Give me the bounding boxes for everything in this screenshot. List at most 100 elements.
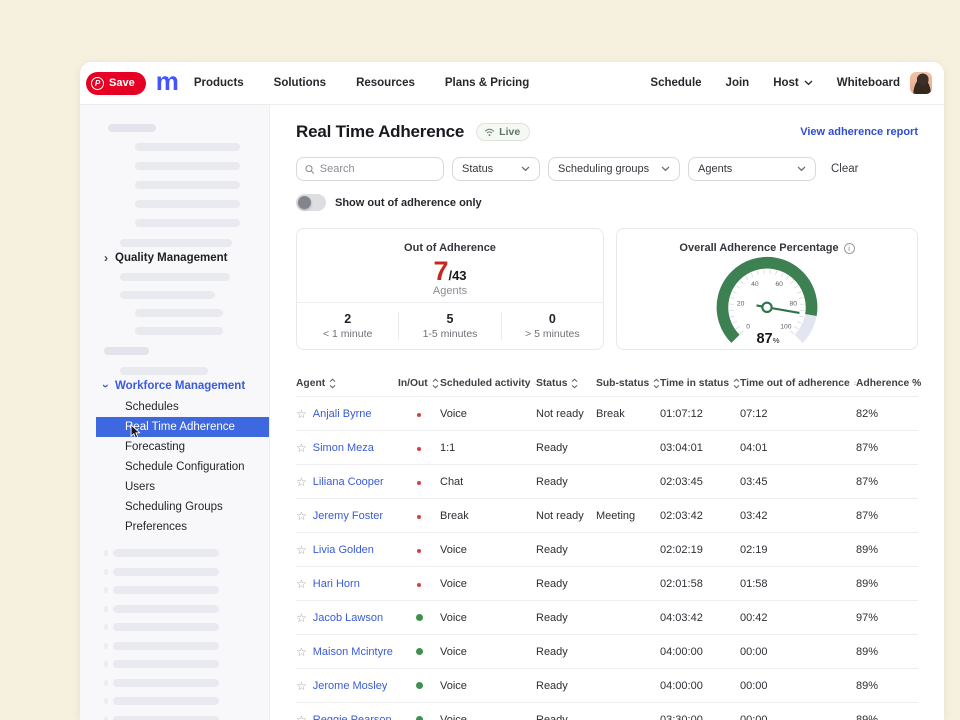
agent-name-link[interactable]: Maison Mcintyre xyxy=(313,646,393,658)
favorite-star-icon[interactable]: ☆ xyxy=(296,578,307,590)
sidebar-item-users[interactable]: Users xyxy=(96,477,269,497)
favorite-star-icon[interactable]: ☆ xyxy=(296,612,307,624)
sidebar-item-workforce-management[interactable]: › Workforce Management xyxy=(80,375,269,397)
favorite-star-icon[interactable]: ☆ xyxy=(296,442,307,454)
sidebar-item-forecasting[interactable]: Forecasting xyxy=(96,437,269,457)
favorite-star-icon[interactable]: ☆ xyxy=(296,544,307,556)
agent-cell: ☆ Hari Horn xyxy=(296,578,398,590)
column-header-scheduled-activity[interactable]: Scheduled activity xyxy=(440,378,536,389)
nav-left-links: Products Solutions Resources Plans & Pricin… xyxy=(194,77,529,89)
agent-name-link[interactable]: Livia Golden xyxy=(313,544,374,556)
scheduled-activity-cell: Break xyxy=(440,510,536,522)
view-adherence-report-link[interactable]: View adherence report xyxy=(800,126,918,138)
adherence-cell: 89% xyxy=(856,714,914,720)
nav-link-plans-pricing[interactable]: Plans & Pricing xyxy=(445,77,529,89)
nav-link-solutions[interactable]: Solutions xyxy=(274,77,326,89)
svg-text:100: 100 xyxy=(780,324,792,331)
user-avatar[interactable] xyxy=(910,72,932,94)
nav-link-host[interactable]: Host xyxy=(773,77,813,89)
column-header-sub-status[interactable]: Sub-status xyxy=(596,378,660,389)
agent-cell: ☆ Livia Golden xyxy=(296,544,398,556)
sidebar-item-real-time-adherence[interactable]: Real Time Adherence xyxy=(96,417,269,437)
favorite-star-icon[interactable]: ☆ xyxy=(296,510,307,522)
agent-name-link[interactable]: Reggie Pearson xyxy=(313,714,392,720)
sidebar-item-scheduling-groups[interactable]: Scheduling Groups xyxy=(96,497,269,517)
favorite-star-icon[interactable]: ☆ xyxy=(296,680,307,692)
sort-icon xyxy=(733,378,740,389)
favorite-star-icon[interactable]: ☆ xyxy=(296,476,307,488)
sort-icon xyxy=(329,378,336,389)
nav-link-whiteboard[interactable]: Whiteboard xyxy=(837,77,900,89)
agent-name-link[interactable]: Simon Meza xyxy=(313,442,374,454)
live-badge-label: Live xyxy=(499,126,520,138)
agent-name-link[interactable]: Liliana Cooper xyxy=(313,476,384,488)
sidebar-item-label: Workforce Management xyxy=(115,380,245,392)
sidebar-item-preferences[interactable]: Preferences xyxy=(96,517,269,537)
agent-name-link[interactable]: Jeremy Foster xyxy=(313,510,383,522)
agent-name-link[interactable]: Hari Horn xyxy=(313,578,360,590)
agent-cell: ☆ Jerome Mosley xyxy=(296,680,398,692)
agents-table: Agent In/OutScheduled activityStatusSub-s… xyxy=(296,370,918,720)
pinterest-icon: P xyxy=(91,77,104,90)
column-header-adherence[interactable]: Adherence % xyxy=(856,378,914,389)
search-box xyxy=(296,157,444,181)
info-icon[interactable] xyxy=(844,243,855,254)
sub-status-cell: Break xyxy=(596,408,660,420)
nav-link-schedule[interactable]: Schedule xyxy=(650,77,701,89)
sidebar-item-quality-management[interactable]: › Quality Management xyxy=(80,247,269,269)
time-in-status-cell: 02:03:45 xyxy=(660,476,740,488)
time-in-status-cell: 03:30:00 xyxy=(660,714,740,720)
favorite-star-icon[interactable]: ☆ xyxy=(296,646,307,658)
column-header-status[interactable]: Status xyxy=(536,378,596,389)
pinterest-save-button[interactable]: P Save xyxy=(86,72,146,95)
nav-link-join[interactable]: Join xyxy=(726,77,750,89)
filter-dropdown-status[interactable]: Status xyxy=(452,157,540,181)
filter-dropdowns: Status Scheduling groups Agents xyxy=(452,157,816,181)
filter-dropdown-scheduling-groups[interactable]: Scheduling groups xyxy=(548,157,680,181)
column-header-time-out-of-adherence[interactable]: Time out of adherence xyxy=(740,378,856,389)
agents-total: /43 xyxy=(448,268,466,283)
column-header-in-out[interactable]: In/Out xyxy=(398,378,440,389)
toggle-label: Show out of adherence only xyxy=(335,197,482,209)
table-row: ☆Hari HornVoiceReady02:01:5801:5889% xyxy=(296,566,918,600)
agent-name-link[interactable]: Jerome Mosley xyxy=(313,680,388,692)
search-input[interactable] xyxy=(320,163,435,175)
agent-cell: ☆ Liliana Cooper xyxy=(296,476,398,488)
filters-bar: Status Scheduling groups Agents Clear xyxy=(296,157,918,181)
svg-text:20: 20 xyxy=(737,301,745,308)
time-out-of-adherence-cell: 01:58 xyxy=(740,578,856,590)
sidebar-item-schedule-configuration[interactable]: Schedule Configuration xyxy=(96,457,269,477)
clear-filters-button[interactable]: Clear xyxy=(831,163,858,175)
time-in-status-cell: 02:02:19 xyxy=(660,544,740,556)
filter-dropdown-agents[interactable]: Agents xyxy=(688,157,816,181)
adherence-gauge: 02040608010087% xyxy=(692,255,842,348)
sort-icon xyxy=(571,378,578,389)
in-out-cell xyxy=(398,612,440,624)
favorite-star-icon[interactable]: ☆ xyxy=(296,408,307,420)
column-header-label: Time in status xyxy=(660,378,729,389)
sidebar-item-schedules[interactable]: Schedules xyxy=(96,397,269,417)
agent-name-link[interactable]: Anjali Byrne xyxy=(313,408,372,420)
in-adherence-dot xyxy=(416,614,423,621)
out-of-adherence-dot xyxy=(417,447,421,451)
nav-link-products[interactable]: Products xyxy=(194,77,244,89)
sidebar: › Quality Management › Workforce Managem… xyxy=(80,105,270,720)
show-out-of-adherence-toggle[interactable] xyxy=(296,194,326,211)
in-out-cell xyxy=(398,578,440,590)
scheduled-activity-cell: Chat xyxy=(440,476,536,488)
adherence-cell: 89% xyxy=(856,578,914,590)
sort-icon xyxy=(432,378,439,389)
card-title: Overall Adherence Percentage xyxy=(679,242,838,254)
adherence-cell: 89% xyxy=(856,680,914,692)
nav-link-resources[interactable]: Resources xyxy=(356,77,415,89)
status-cell: Ready xyxy=(536,714,596,720)
agent-name-link[interactable]: Jacob Lawson xyxy=(313,612,383,624)
column-header-time-in-status[interactable]: Time in status xyxy=(660,378,740,389)
page-title: Real Time Adherence xyxy=(296,122,464,142)
column-header-label: Agent xyxy=(296,378,325,389)
favorite-star-icon[interactable]: ☆ xyxy=(296,714,307,720)
adherence-cell: 89% xyxy=(856,544,914,556)
miro-logo[interactable]: m xyxy=(156,71,178,91)
column-header-label: Time out of adherence xyxy=(740,378,850,389)
column-header-agent[interactable]: Agent xyxy=(296,378,398,389)
